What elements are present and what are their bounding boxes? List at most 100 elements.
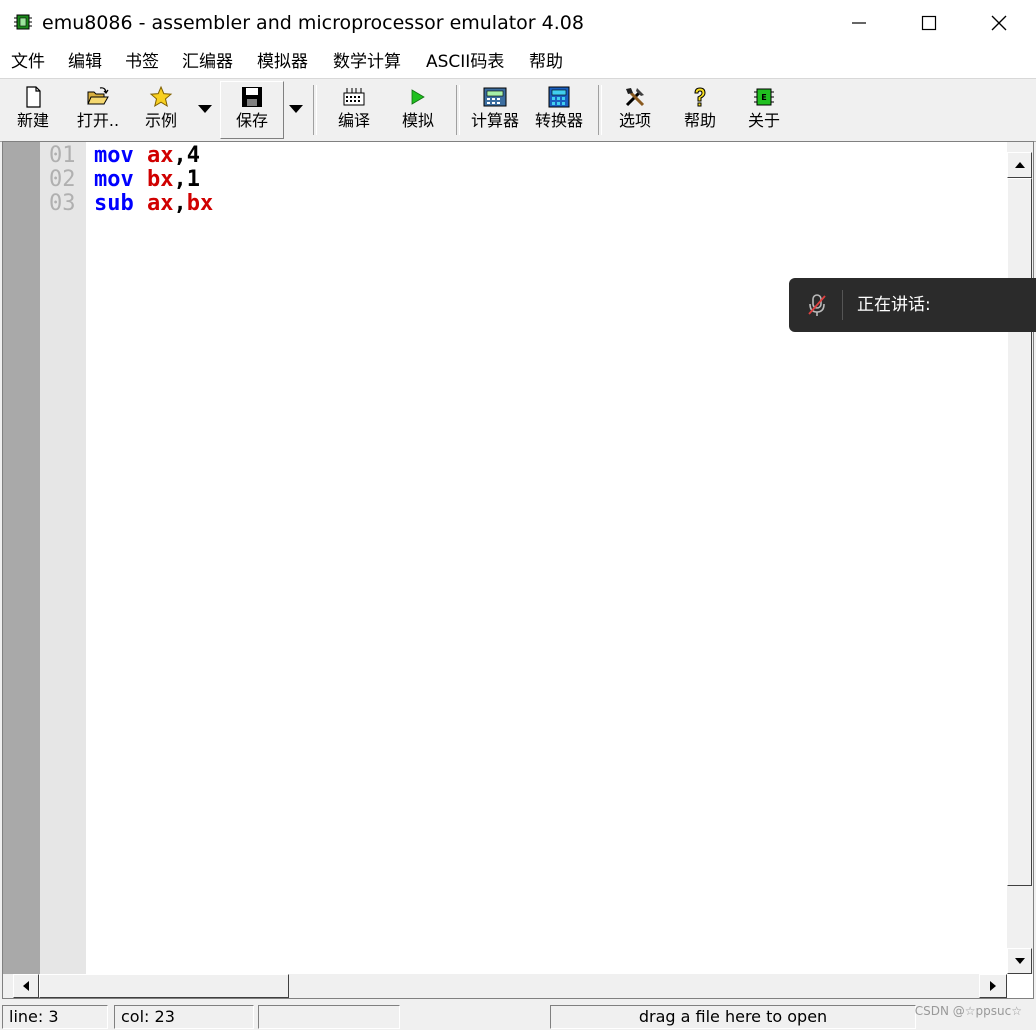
status-line: line: 3 — [2, 1005, 108, 1029]
star-icon — [149, 85, 173, 108]
line-number-gutter: 01 02 03 — [40, 142, 86, 974]
toolbar-separator — [313, 85, 317, 135]
operand-register: bx — [147, 167, 174, 192]
code-line[interactable]: mov ax,4 — [94, 144, 200, 168]
menu-bookmarks[interactable]: 书签 — [125, 51, 159, 73]
toolbar-separator — [456, 85, 460, 135]
scroll-right-button[interactable] — [979, 974, 1007, 998]
code-line[interactable]: mov bx,1 — [94, 168, 200, 192]
save-button[interactable]: 保存 — [226, 81, 278, 137]
line-number: 01 — [49, 143, 76, 168]
close-icon — [991, 15, 1007, 31]
open-folder-icon — [87, 87, 109, 105]
menu-math[interactable]: 数学计算 — [333, 51, 401, 73]
code-editor: 01 02 03 mov ax,4 mov bx,1 sub ax,bx — [2, 141, 1034, 999]
converter-button[interactable]: 转换器 — [530, 81, 588, 137]
menu-assembler[interactable]: 汇编器 — [182, 51, 233, 73]
minimize-icon — [852, 22, 866, 24]
new-file-icon — [26, 86, 41, 108]
options-button[interactable]: 选项 — [610, 81, 660, 137]
menu-bar: 文件 编辑 书签 汇编器 模拟器 数学计算 ASCII码表 帮助 — [0, 46, 1036, 78]
maximize-icon — [921, 15, 937, 31]
scroll-left-button[interactable] — [13, 974, 39, 998]
compile-button[interactable]: 编译 — [330, 81, 378, 137]
calculator-label: 计算器 — [470, 111, 519, 130]
code-line[interactable]: sub ax,bx — [94, 192, 213, 216]
emulate-button[interactable]: 模拟 — [394, 81, 442, 137]
play-icon — [411, 89, 425, 105]
chip-icon — [14, 14, 32, 30]
examples-label: 示例 — [144, 111, 177, 130]
arrow-left-icon — [23, 981, 29, 991]
compile-icon — [343, 88, 365, 106]
new-button[interactable]: 新建 — [8, 81, 58, 137]
watermark-text: CSDN @☆ppsuc☆ — [914, 1004, 1022, 1018]
title-bar: emu8086 - assembler and microprocessor e… — [0, 0, 1036, 47]
about-label: 关于 — [747, 111, 780, 130]
calculator-button[interactable]: 计算器 — [466, 81, 524, 137]
horizontal-scroll-thumb[interactable] — [39, 974, 289, 998]
scroll-down-button[interactable] — [1007, 948, 1032, 974]
instruction: sub — [94, 191, 134, 216]
calculator-icon — [483, 87, 507, 107]
dropdown-arrow-icon — [289, 105, 303, 113]
operand-register: ax — [147, 191, 174, 216]
toolbar: 新建 打开.. 示例 保存 编译 模拟 计算器 转换器 选项 帮助 E 关于 — [0, 78, 1036, 142]
open-label: 打开.. — [76, 111, 120, 130]
emulate-label: 模拟 — [401, 111, 434, 130]
question-mark-icon — [694, 87, 706, 107]
tools-icon — [625, 88, 645, 107]
save-label: 保存 — [235, 111, 268, 130]
operand-immediate: 4 — [186, 143, 200, 168]
menu-edit[interactable]: 编辑 — [68, 51, 102, 73]
help-button[interactable]: 帮助 — [676, 81, 724, 137]
new-label: 新建 — [16, 111, 49, 130]
bookmark-gutter[interactable] — [3, 142, 40, 974]
speaking-indicator[interactable]: 正在讲话: — [789, 278, 1036, 332]
line-number: 02 — [49, 167, 76, 192]
close-button[interactable] — [964, 0, 1034, 46]
dropdown-arrow-icon — [198, 105, 212, 113]
code-text-area[interactable]: mov ax,4 mov bx,1 sub ax,bx — [86, 142, 1007, 974]
chip-icon: E — [754, 88, 774, 106]
examples-button[interactable]: 示例 — [136, 81, 186, 137]
converter-label: 转换器 — [534, 111, 583, 130]
speaking-label: 正在讲话: — [857, 295, 931, 315]
menu-help[interactable]: 帮助 — [529, 51, 563, 73]
operand-register: ax — [147, 143, 174, 168]
window-title: emu8086 - assembler and microprocessor e… — [42, 12, 584, 34]
maximize-button[interactable] — [894, 0, 964, 46]
status-bar: line: 3 col: 23 drag a file here to open — [0, 1003, 1036, 1030]
scroll-up-button[interactable] — [1007, 152, 1032, 178]
instruction: mov — [94, 167, 134, 192]
arrow-up-icon — [1014, 162, 1025, 168]
vertical-scrollbar[interactable] — [1007, 142, 1033, 974]
examples-dropdown[interactable] — [194, 81, 216, 137]
converter-icon — [548, 86, 570, 108]
compile-label: 编译 — [337, 111, 370, 130]
about-button[interactable]: E 关于 — [740, 81, 788, 137]
operand-separator: , — [173, 143, 187, 168]
line-number: 03 — [49, 191, 76, 216]
menu-file[interactable]: 文件 — [11, 51, 45, 73]
minimize-button[interactable] — [824, 0, 894, 46]
menu-ascii[interactable]: ASCII码表 — [426, 51, 504, 73]
arrow-down-icon — [1014, 958, 1025, 964]
options-label: 选项 — [618, 111, 651, 130]
operand-separator: , — [173, 167, 187, 192]
status-drop-hint: drag a file here to open — [550, 1005, 916, 1029]
toolbar-separator — [598, 85, 602, 135]
save-dropdown[interactable] — [285, 81, 307, 137]
operand-register: bx — [186, 191, 214, 216]
menu-emulator[interactable]: 模拟器 — [257, 51, 308, 73]
open-button[interactable]: 打开.. — [70, 81, 126, 137]
instruction: mov — [94, 143, 134, 168]
status-empty — [258, 1005, 400, 1029]
floppy-disk-icon — [242, 87, 262, 107]
horizontal-scrollbar[interactable] — [3, 974, 1007, 998]
status-spacer — [406, 1005, 546, 1029]
help-label: 帮助 — [683, 111, 716, 130]
svg-text:E: E — [761, 93, 766, 102]
operand-immediate: 1 — [186, 167, 200, 192]
indicator-divider — [842, 290, 843, 320]
